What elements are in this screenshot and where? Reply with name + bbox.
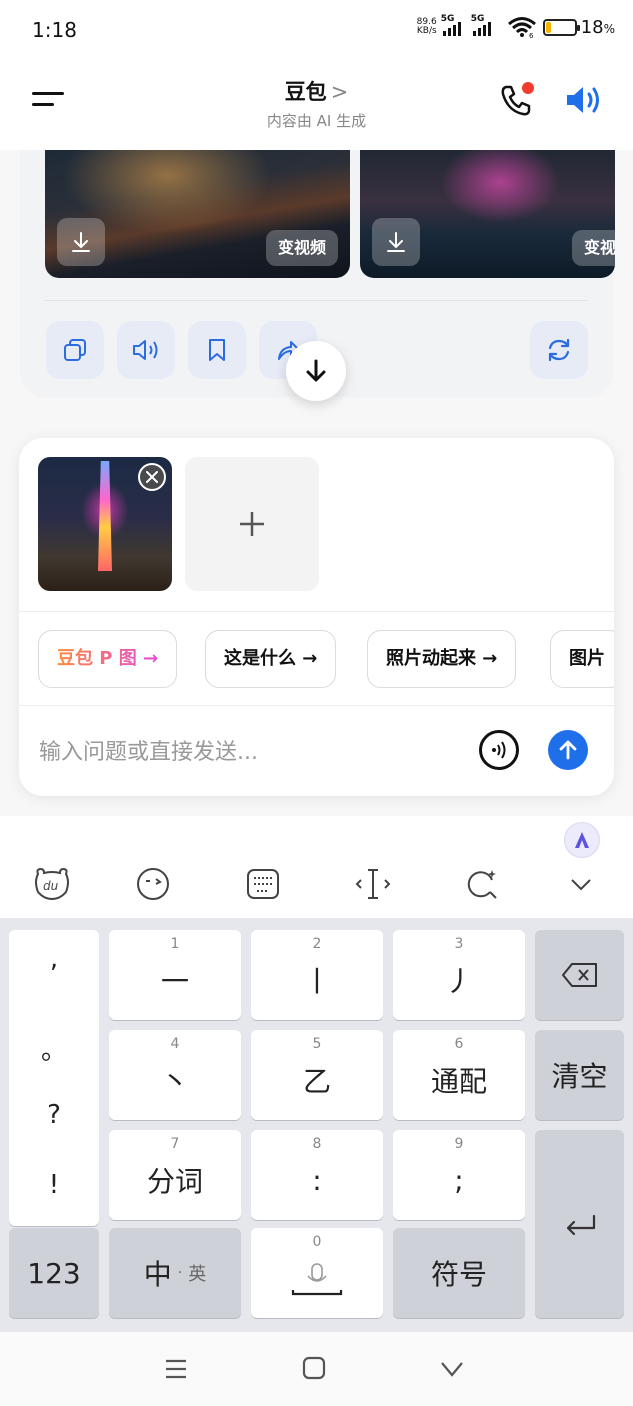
language-switch-key[interactable]: 中 · 英 [109, 1228, 241, 1318]
read-aloud-button[interactable] [117, 321, 175, 379]
status-bar: 1:18 89.6 KB/s 5G 5G 6 18% [0, 0, 633, 62]
app-header: 豆包 > 内容由 AI 生成 [0, 62, 633, 150]
copy-button[interactable] [46, 321, 104, 379]
to-video-button[interactable]: 变视频 [265, 230, 338, 266]
battery-percent: 18 [580, 16, 604, 38]
to-video-button[interactable]: 变视 [572, 230, 615, 266]
read-aloud-icon [133, 340, 158, 360]
punctuation-key[interactable]: ? [9, 1100, 99, 1130]
clear-key[interactable]: 清空 [535, 1030, 624, 1120]
divider [45, 300, 588, 301]
signal-label-2: 5G [470, 14, 485, 24]
text-cursor-icon[interactable] [353, 864, 393, 904]
download-icon[interactable] [57, 218, 105, 266]
divider [19, 705, 614, 706]
suggestion-chip[interactable]: 这是什么 → [205, 630, 337, 688]
emoji-icon[interactable] [133, 864, 173, 904]
battery: 18% [542, 16, 615, 38]
suggestion-chips: 豆包 P 图 → 这是什么 → 照片动起来 → 图片 [38, 630, 614, 688]
arrow-up-icon [559, 740, 577, 760]
semicolon-key[interactable]: 9; [393, 1130, 525, 1220]
suggestion-chip[interactable]: 照片动起来 → [367, 630, 517, 688]
signal-icon-2: 5G [471, 14, 501, 36]
keyboard-layout-icon[interactable] [243, 864, 283, 904]
keyboard: , 。 ? ! 1一 2丨 3丿 4丶 5乙 6 通配 清空 7 分词 8: 9; … [0, 918, 633, 1332]
wifi-icon: 6 [507, 17, 536, 38]
ime-assistant-icon[interactable] [564, 822, 600, 858]
wifi-badge: 6 [529, 32, 534, 38]
backspace-icon [561, 963, 597, 987]
stroke-key[interactable]: 3丿 [393, 930, 525, 1020]
home-icon[interactable] [300, 1354, 328, 1382]
network-speed: 89.6 KB/s [417, 18, 437, 36]
voice-wave-icon [492, 741, 506, 759]
enter-key[interactable] [535, 1130, 624, 1318]
back-icon[interactable] [438, 1356, 466, 1382]
ai-search-icon[interactable] [462, 864, 502, 904]
backspace-key[interactable] [535, 930, 624, 1020]
arrow-down-icon [306, 359, 326, 382]
generated-image-1[interactable]: 变视频 [45, 150, 350, 278]
stroke-key[interactable]: 1一 [109, 930, 241, 1020]
regenerate-button[interactable] [530, 321, 588, 379]
send-button[interactable] [548, 730, 588, 770]
scroll-to-bottom-button[interactable] [286, 341, 346, 401]
generated-image-2[interactable]: 变视 [360, 150, 615, 278]
signal-icon: 5G [441, 14, 467, 36]
speaker-icon[interactable] [564, 82, 604, 118]
punctuation-key[interactable]: ! [9, 1170, 99, 1200]
suggestion-chip[interactable]: 豆包 P 图 → [38, 630, 178, 688]
signal-label: 5G [440, 14, 455, 24]
bookmark-button[interactable] [188, 321, 246, 379]
space-key[interactable]: 0 [251, 1228, 383, 1318]
stroke-key[interactable]: 2丨 [251, 930, 383, 1020]
download-icon[interactable] [372, 218, 420, 266]
chevron-down-icon[interactable] [561, 864, 601, 904]
notification-dot [522, 82, 534, 94]
network-speed-unit: KB/s [416, 26, 437, 36]
battery-unit: % [603, 21, 615, 36]
bookmark-icon [209, 339, 225, 361]
svg-text:du: du [43, 879, 59, 893]
stroke-key[interactable]: 4丶 [109, 1030, 241, 1120]
system-nav-bar [0, 1332, 633, 1406]
recent-apps-icon[interactable] [162, 1356, 190, 1382]
segment-key[interactable]: 7 分词 [109, 1130, 241, 1220]
chat-title[interactable]: 豆包 > 内容由 AI 生成 [0, 76, 633, 131]
regenerate-icon [548, 338, 570, 362]
ai-disclaimer: 内容由 AI 生成 [266, 112, 367, 130]
punctuation-key[interactable]: , [9, 944, 99, 974]
battery-icon [542, 18, 580, 36]
remove-attachment-icon[interactable] [138, 463, 166, 491]
copy-icon [64, 339, 86, 361]
punctuation-key[interactable]: 。 [9, 1030, 99, 1067]
page-title: 豆包 [284, 80, 327, 104]
suggestion-chip[interactable]: 图片 [550, 630, 614, 688]
stroke-key[interactable]: 5乙 [251, 1030, 383, 1120]
add-image-button[interactable] [185, 457, 319, 591]
message-input[interactable]: 输入问题或直接发送... [39, 734, 258, 766]
voice-input-button[interactable] [479, 730, 519, 770]
colon-key[interactable]: 8: [251, 1130, 383, 1220]
divider [19, 611, 614, 612]
punctuation-list[interactable]: , 。 ? ! [9, 930, 99, 1226]
canton-tower [98, 461, 112, 571]
composer-panel: 豆包 P 图 → 这是什么 → 照片动起来 → 图片 输入问题或直接发送... [19, 438, 614, 796]
baidu-ime-icon[interactable]: du [32, 864, 72, 904]
attached-image-thumbnail[interactable] [38, 457, 172, 591]
chevron-right-icon: > [330, 80, 349, 104]
wildcard-key[interactable]: 6 通配 [393, 1030, 525, 1120]
numbers-key[interactable]: 123 [9, 1228, 99, 1318]
symbols-key[interactable]: 符号 [393, 1228, 525, 1318]
plus-icon [240, 512, 264, 536]
clock: 1:18 [32, 18, 77, 42]
microphone-icon [291, 1263, 343, 1296]
enter-icon [566, 1214, 595, 1236]
status-icons: 89.6 KB/s 5G 5G 6 18% [417, 14, 615, 38]
ime-toolbar: du [0, 816, 633, 918]
